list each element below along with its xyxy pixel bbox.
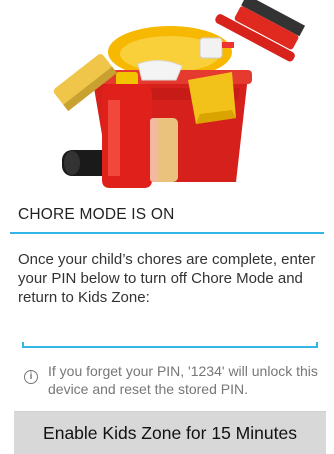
enable-kids-zone-button[interactable]: Enable Kids Zone for 15 Minutes (14, 411, 326, 454)
pin-input[interactable] (20, 300, 318, 348)
chore-mode-screen: CHORE MODE IS ON Once your child’s chore… (0, 0, 334, 454)
pin-reset-hint: If you forget your PIN, '1234' will unlo… (48, 363, 318, 397)
pin-input-underline (22, 342, 318, 348)
hero-image-cleaning-supplies (0, 0, 334, 200)
title-divider (10, 232, 324, 234)
section-title: CHORE MODE IS ON (18, 206, 175, 223)
info-icon: i (24, 370, 38, 384)
instructions-text: Once your child’s chores are complete, e… (18, 251, 316, 306)
